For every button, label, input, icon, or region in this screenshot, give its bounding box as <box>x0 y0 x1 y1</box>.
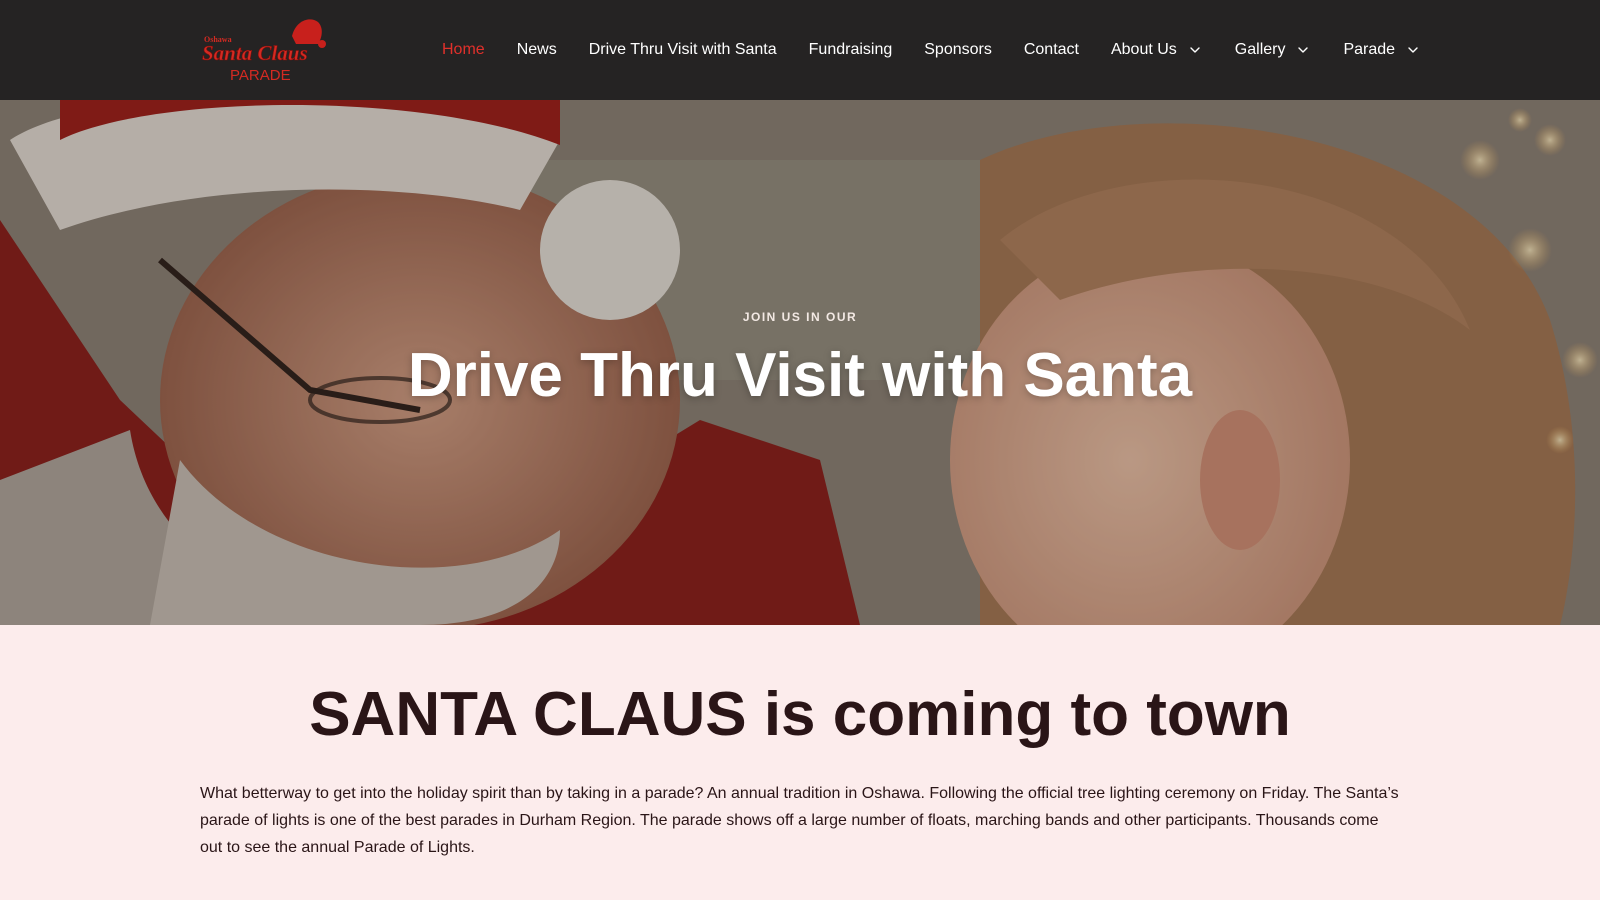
nav-item-sponsors[interactable]: Sponsors <box>908 41 1008 59</box>
nav-item-gallery[interactable]: Gallery <box>1219 41 1328 59</box>
nav-item-news[interactable]: News <box>501 41 573 59</box>
nav-item-label: Parade <box>1343 41 1396 58</box>
nav-item-label: Fundraising <box>808 41 893 58</box>
section-heading: SANTA CLAUS is coming to town <box>309 680 1291 749</box>
nav-item-contact[interactable]: Contact <box>1008 41 1095 59</box>
nav-item-label: Contact <box>1023 41 1079 58</box>
site-logo[interactable]: Oshawa Santa Claus PARADE <box>200 14 332 86</box>
chevron-down-icon[interactable] <box>1405 42 1421 58</box>
logo-line3: PARADE <box>230 67 291 84</box>
hero-banner: JOIN US IN OUR Drive Thru Visit with San… <box>0 100 1600 625</box>
nav-item-label: About Us <box>1110 41 1177 58</box>
main-content: SANTA CLAUS is coming to town What bette… <box>0 625 1600 900</box>
nav-item-label: Gallery <box>1234 41 1286 58</box>
nav-item-drive-thru-visit-with-santa[interactable]: Drive Thru Visit with Santa <box>573 41 793 59</box>
nav-item-label: Sponsors <box>924 41 992 58</box>
hero-kicker: JOIN US IN OUR <box>742 310 858 324</box>
nav-item-label: Home <box>442 41 485 58</box>
nav-item-fundraising[interactable]: Fundraising <box>793 41 909 59</box>
hero-title: Drive Thru Visit with Santa <box>407 341 1193 410</box>
nav-item-label: Drive Thru Visit with Santa <box>588 41 777 58</box>
nav-item-about-us[interactable]: About Us <box>1095 41 1219 59</box>
main-navigation: Home News Drive Thru Visit with Santa Fundr… <box>426 0 1437 100</box>
nav-item-home[interactable]: Home <box>426 41 501 59</box>
nav-item-parade[interactable]: Parade <box>1327 41 1437 59</box>
intro-paragraph: What betterway to get into the holiday s… <box>200 785 1399 856</box>
chevron-down-icon[interactable] <box>1295 42 1311 58</box>
logo-line2: Santa Claus <box>202 41 308 65</box>
santa-claus-parade-logo: Oshawa Santa Claus PARADE <box>202 19 326 84</box>
chevron-down-icon[interactable] <box>1187 42 1203 58</box>
site-header: Oshawa Santa Claus PARADE Home News Drive … <box>0 0 1600 100</box>
nav-item-label: News <box>516 41 557 58</box>
